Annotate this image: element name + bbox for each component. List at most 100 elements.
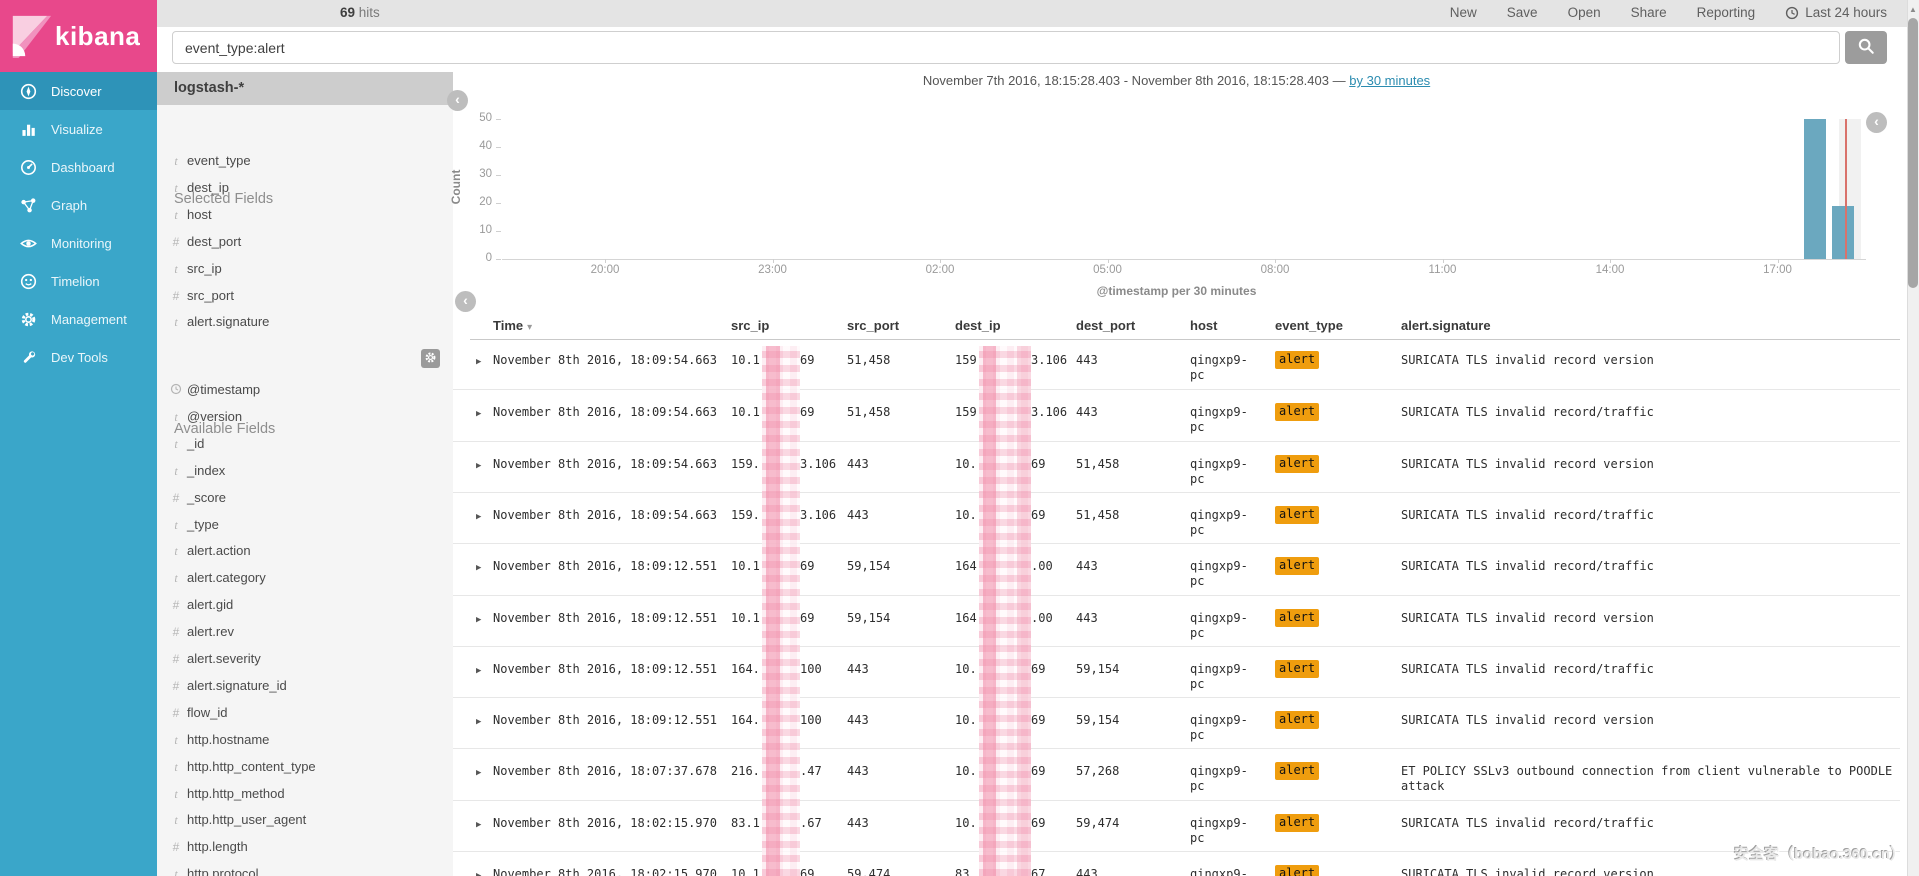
field-name: @timestamp — [187, 382, 260, 397]
search-input[interactable] — [172, 31, 1840, 64]
sidebar-item-management[interactable]: Management — [0, 300, 157, 338]
interval-link[interactable]: by 30 minutes — [1349, 73, 1430, 88]
column-header-event_type[interactable]: event_type — [1275, 318, 1343, 333]
expand-row-caret-icon[interactable]: ▶ — [476, 561, 481, 576]
field-name: alert.signature_id — [187, 678, 287, 693]
sidebar-item-timelion[interactable]: Timelion — [0, 262, 157, 300]
field-item-httphttpcontenttype[interactable]: thttp.http_content_type — [157, 759, 453, 779]
cell-dest-ip-tail: 69 — [1031, 764, 1045, 779]
field-item-destport[interactable]: #dest_port — [157, 234, 453, 254]
field-item-httphostname[interactable]: thttp.hostname — [157, 732, 453, 752]
y-tick-label: 50 — [458, 112, 492, 124]
field-item-alertsignature[interactable]: talert.signature — [157, 314, 453, 334]
column-header-src_ip[interactable]: src_ip — [731, 318, 769, 333]
expand-row-caret-icon[interactable]: ▶ — [476, 869, 481, 876]
expand-row-caret-icon[interactable]: ▶ — [476, 510, 481, 525]
topmenu-item-new[interactable]: New — [1450, 5, 1477, 20]
event-type-badge: alert — [1275, 351, 1319, 369]
field-item-alertsignatureid[interactable]: #alert.signature_id — [157, 678, 453, 698]
index-pattern-selector[interactable]: logstash-* — [157, 72, 453, 105]
field-item-srcip[interactable]: tsrc_ip — [157, 261, 453, 281]
field-item-version[interactable]: t@version — [157, 409, 453, 429]
column-header-src_port[interactable]: src_port — [847, 318, 899, 333]
number-field-icon: # — [169, 289, 183, 303]
sidebar-item-monitoring[interactable]: Monitoring — [0, 224, 157, 262]
y-axis-title: Count — [449, 142, 463, 232]
expand-row-caret-icon[interactable]: ▶ — [476, 664, 481, 679]
string-field-icon: t — [169, 867, 183, 876]
string-field-icon: t — [169, 262, 183, 277]
expand-row-caret-icon[interactable]: ▶ — [476, 766, 481, 781]
collapse-sidebar-chevron-icon[interactable]: ‹ — [447, 90, 468, 111]
field-item-alertaction[interactable]: talert.action — [157, 543, 453, 563]
field-item-id[interactable]: t_id — [157, 436, 453, 456]
cell-src-ip-tail: 69 — [800, 353, 814, 368]
column-header-host[interactable]: host — [1190, 318, 1217, 333]
expand-row-caret-icon[interactable]: ▶ — [476, 407, 481, 422]
field-item-type[interactable]: t_type — [157, 517, 453, 537]
topmenu-item-share[interactable]: Share — [1631, 5, 1667, 20]
field-item-destip[interactable]: tdest_ip — [157, 180, 453, 200]
topmenu-item-save[interactable]: Save — [1507, 5, 1538, 20]
field-settings-gear-button[interactable] — [421, 349, 440, 368]
expand-row-caret-icon[interactable]: ▶ — [476, 818, 481, 833]
table-row: ▶November 8th 2016, 18:09:54.66310.16951… — [453, 338, 1900, 390]
sidebar-item-dev-tools[interactable]: Dev Tools — [0, 338, 157, 376]
cell-src-ip: 216. — [731, 764, 760, 779]
cell-host: qingxp9-pc — [1190, 457, 1254, 487]
expand-row-caret-icon[interactable]: ▶ — [476, 613, 481, 628]
expand-row-caret-icon[interactable]: ▶ — [476, 355, 481, 370]
field-name: alert.rev — [187, 624, 234, 639]
scrollbar-thumb[interactable] — [1908, 18, 1918, 288]
table-row: ▶November 8th 2016, 18:02:15.97010.16959… — [453, 851, 1900, 876]
topmenu-item-open[interactable]: Open — [1568, 5, 1601, 20]
sidebar-item-discover[interactable]: Discover — [0, 72, 157, 110]
field-item-alertgid[interactable]: #alert.gid — [157, 597, 453, 617]
x-tick-label: 08:00 — [1243, 264, 1307, 276]
field-item-flowid[interactable]: #flow_id — [157, 705, 453, 725]
number-field-icon: # — [169, 235, 183, 249]
field-item-alertrev[interactable]: #alert.rev — [157, 624, 453, 644]
column-header-time[interactable]: Time▾ — [493, 318, 532, 333]
field-item-httplength[interactable]: #http.length — [157, 839, 453, 859]
topmenu-item-reporting[interactable]: Reporting — [1697, 5, 1756, 20]
column-header-label: event_type — [1275, 318, 1343, 333]
search-button[interactable] — [1845, 31, 1887, 64]
collapse-right-chevron-icon[interactable]: ‹ — [1866, 112, 1887, 133]
histogram-bar-1800[interactable] — [1832, 206, 1854, 259]
field-item-httphttpmethod[interactable]: thttp.http_method — [157, 786, 453, 806]
field-item-httphttpuseragent[interactable]: thttp.http_user_agent — [157, 812, 453, 832]
sidebar-item-visualize[interactable]: Visualize — [0, 110, 157, 148]
kibana-logo[interactable]: kibana — [0, 0, 157, 72]
cell-src-ip: 10.1 — [731, 867, 760, 876]
histogram-bar-1730[interactable] — [1804, 119, 1826, 259]
field-item-httpprotocol[interactable]: t http.protocol — [157, 866, 453, 876]
nav-item-label: Monitoring — [51, 236, 112, 251]
field-item-index[interactable]: t_index — [157, 463, 453, 483]
field-item-alertcategory[interactable]: talert.category — [157, 570, 453, 590]
event-type-badge: alert — [1275, 506, 1319, 524]
table-row: ▶November 8th 2016, 18:09:12.551164.1004… — [453, 646, 1900, 698]
sidebar-item-graph[interactable]: Graph — [0, 186, 157, 224]
field-item-score[interactable]: #_score — [157, 490, 453, 510]
field-item-host[interactable]: thost — [157, 207, 453, 227]
sidebar-item-dashboard[interactable]: Dashboard — [0, 148, 157, 186]
column-header-dest_ip[interactable]: dest_ip — [955, 318, 1001, 333]
field-item-timestamp[interactable]: @timestamp — [157, 382, 453, 402]
y-tick-mark — [496, 203, 501, 204]
scrollbar-up-arrow-icon[interactable]: ▲ — [1907, 5, 1919, 14]
cell-src-ip: 83.1 — [731, 816, 760, 831]
column-header-dest_port[interactable]: dest_port — [1076, 318, 1135, 333]
field-item-eventtype[interactable]: tevent_type — [157, 153, 453, 173]
table-row: ▶November 8th 2016, 18:09:12.55110.16959… — [453, 543, 1900, 595]
field-item-alertseverity[interactable]: #alert.severity — [157, 651, 453, 671]
field-name: http.protocol — [187, 866, 259, 876]
field-name: http.length — [187, 839, 248, 854]
expand-row-caret-icon[interactable]: ▶ — [476, 715, 481, 730]
field-name: http.http_method — [187, 786, 285, 801]
expand-row-caret-icon[interactable]: ▶ — [476, 459, 481, 474]
field-item-srcport[interactable]: #src_port — [157, 288, 453, 308]
cell-time: November 8th 2016, 18:09:12.551 — [493, 713, 717, 728]
time-picker[interactable]: Last 24 hours — [1785, 5, 1887, 20]
column-header-alert-signature[interactable]: alert.signature — [1401, 318, 1491, 333]
